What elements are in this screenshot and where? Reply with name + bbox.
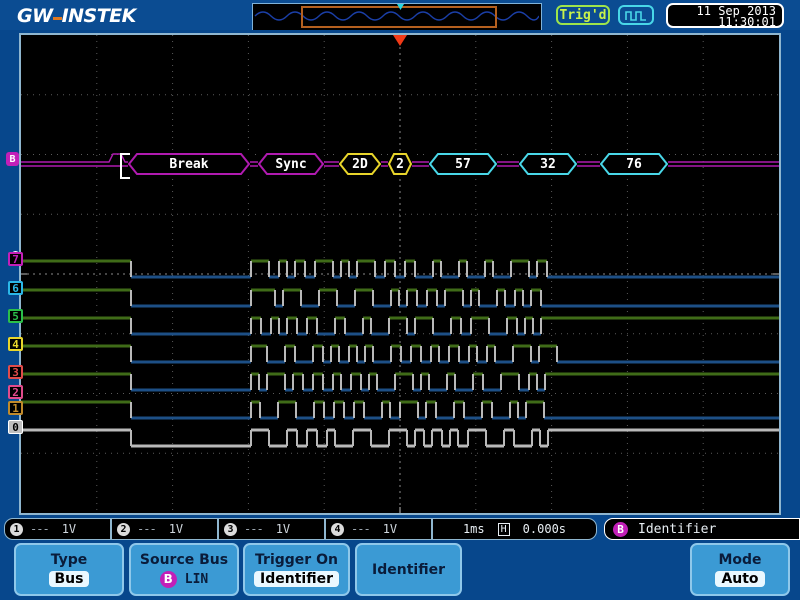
digital-channel-marker-d0[interactable]: 0 bbox=[8, 420, 23, 434]
packet-label: 2 bbox=[396, 156, 404, 172]
channel-coupling: --- bbox=[351, 522, 371, 536]
channel-scale: 1V bbox=[168, 522, 184, 536]
channel-number-badge: 3 bbox=[224, 522, 237, 536]
waveform-plot[interactable]: Break Sync 2D 2 57 32 76 bbox=[21, 35, 779, 513]
bus-label: Identifier bbox=[638, 521, 717, 537]
channel-scale: 1V bbox=[275, 522, 291, 536]
digital-channel-marker-d7[interactable]: 7 bbox=[8, 252, 23, 266]
channel-status-1[interactable]: 1 --- 1V bbox=[4, 518, 111, 540]
timebase-value: 1ms bbox=[462, 522, 485, 536]
packet-label: Sync bbox=[275, 156, 307, 172]
bus-packet[interactable]: 2 bbox=[388, 153, 412, 175]
packet-label: 32 bbox=[540, 156, 556, 172]
delay-value: 0.000s bbox=[522, 522, 567, 536]
channel-status-2[interactable]: 2 --- 1V bbox=[111, 518, 218, 540]
digital-channel-marker-d6[interactable]: 6 bbox=[8, 281, 23, 295]
softkey-label: Identifier bbox=[372, 561, 445, 578]
packet-label: Break bbox=[169, 156, 209, 172]
logo-text-gw: GW bbox=[17, 5, 53, 27]
waveform-overview-preview[interactable] bbox=[252, 3, 542, 31]
softkey-trigger-on[interactable]: Trigger On Identifier bbox=[243, 543, 350, 596]
oscilloscope-screen: GW INSTEK Trig'd 11 Sep 2013 11:30:01 Br… bbox=[0, 0, 800, 600]
bus-packet[interactable]: Sync bbox=[258, 153, 324, 175]
softkey-label: Source Bus bbox=[139, 551, 229, 568]
softkey-label: Trigger On bbox=[255, 552, 338, 568]
softkey-value: Auto bbox=[715, 571, 765, 587]
trigger-type-icon[interactable] bbox=[618, 5, 654, 25]
digital-channel-marker-d3[interactable]: 3 bbox=[8, 365, 23, 379]
digital-channel-marker-d1[interactable]: 1 bbox=[8, 401, 23, 415]
timebase-status[interactable]: 1ms H 0.000s bbox=[432, 518, 597, 540]
packet-start-bracket bbox=[120, 153, 130, 179]
channel-number-badge: 1 bbox=[10, 522, 23, 536]
softkey-label: Mode bbox=[718, 552, 762, 568]
bus-packet[interactable]: 57 bbox=[429, 153, 497, 175]
packet-label: 2D bbox=[352, 156, 368, 172]
gwinstek-logo: GW INSTEK bbox=[17, 5, 137, 27]
digital-channel-marker-d5[interactable]: 5 bbox=[8, 309, 23, 323]
channel-coupling: --- bbox=[30, 522, 50, 536]
bus-badge-icon: B bbox=[159, 570, 177, 588]
horizontal-position-icon: H bbox=[497, 522, 510, 536]
bus-packet[interactable]: Break bbox=[128, 153, 250, 175]
packet-label: 57 bbox=[455, 156, 471, 172]
datetime-display: 11 Sep 2013 11:30:01 bbox=[666, 3, 784, 28]
header-bar: GW INSTEK Trig'd 11 Sep 2013 11:30:01 bbox=[0, 0, 800, 31]
digital-channel-marker-d4[interactable]: 4 bbox=[8, 337, 23, 351]
logo-text-instek: INSTEK bbox=[61, 5, 137, 27]
time-text: 11:30:01 bbox=[718, 15, 776, 29]
softkey-value: Bus bbox=[48, 571, 90, 587]
channel-number-badge: 4 bbox=[331, 522, 344, 536]
channel-status-4[interactable]: 4 --- 1V bbox=[325, 518, 432, 540]
softkey-label: Type bbox=[50, 552, 88, 568]
bus-packet[interactable]: 76 bbox=[600, 153, 668, 175]
softkey-value: LIN bbox=[184, 571, 209, 587]
channel-status-3[interactable]: 3 --- 1V bbox=[218, 518, 325, 540]
softkey-source-bus[interactable]: Source Bus B LIN bbox=[129, 543, 239, 596]
status-bar: 1 --- 1V 2 --- 1V 3 --- 1V 4 --- 1V 1ms H 0.000s B … bbox=[0, 518, 800, 540]
channel-coupling: --- bbox=[244, 522, 264, 536]
softkey-value: Identifier bbox=[254, 571, 339, 587]
digital-channel-marker-d2[interactable]: 2 bbox=[8, 385, 23, 399]
preview-zoom-window[interactable] bbox=[301, 6, 497, 28]
pulse-icon bbox=[625, 10, 646, 21]
bus-packet[interactable]: 32 bbox=[519, 153, 577, 175]
scope-screen-area: Break Sync 2D 2 57 32 76 B 76543210 bbox=[0, 30, 800, 518]
logo-accent-bar bbox=[52, 17, 62, 20]
softkey-identifier[interactable]: Identifier bbox=[355, 543, 462, 596]
waveform-traces bbox=[21, 153, 779, 448]
trigger-status-badge: Trig'd bbox=[556, 5, 610, 25]
bus-packet[interactable]: 2D bbox=[339, 153, 381, 175]
softkey-mode[interactable]: Mode Auto bbox=[690, 543, 790, 596]
channel-coupling: --- bbox=[137, 522, 157, 536]
bus-status[interactable]: B Identifier bbox=[604, 518, 800, 540]
channel-number-badge: 2 bbox=[117, 522, 130, 536]
packet-label: 76 bbox=[626, 156, 642, 172]
softkey-bar: Type Bus Source Bus B LIN Trigger On Identifie… bbox=[0, 540, 800, 600]
softkey-type[interactable]: Type Bus bbox=[14, 543, 124, 596]
bus-badge: B bbox=[613, 521, 628, 537]
channel-scale: 1V bbox=[61, 522, 77, 536]
bus-channel-marker[interactable]: B bbox=[6, 152, 19, 166]
channel-scale: 1V bbox=[382, 522, 398, 536]
